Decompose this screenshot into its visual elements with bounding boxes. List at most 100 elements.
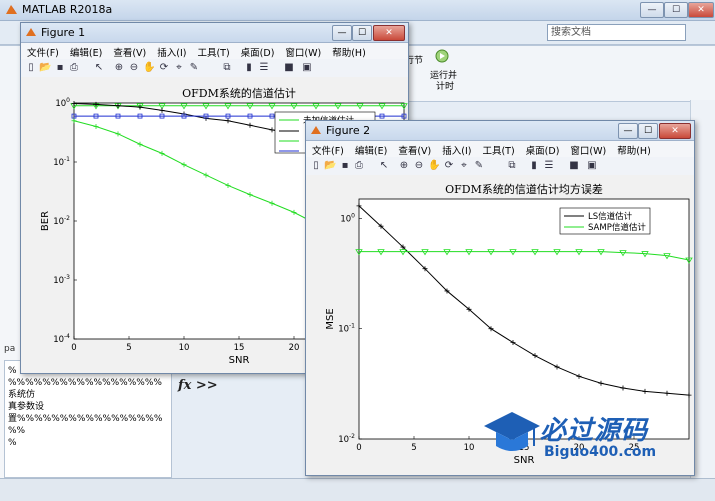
open-file-icon[interactable]: 📂 — [324, 160, 336, 172]
menu-insert[interactable]: 插入(I) — [151, 43, 191, 59]
watermark-cn: 必过源码 — [540, 416, 649, 446]
chart-title: OFDM系统的信道估计均方误差 — [445, 182, 603, 196]
pointer-icon[interactable]: ↖ — [93, 62, 105, 74]
pan-icon[interactable]: ✋ — [428, 160, 440, 172]
zoom-in-icon[interactable]: ⊕ — [398, 160, 410, 172]
chart-title: OFDM系统的信道估计 — [182, 86, 296, 100]
hide-plot-tools-icon[interactable]: ■ — [283, 62, 295, 74]
minimize-button[interactable]: — — [640, 2, 664, 18]
y-tick-label: 10-1 — [53, 156, 70, 168]
y-tick-label: 10-3 — [53, 274, 70, 286]
colorbar-icon[interactable]: ▮ — [528, 160, 540, 172]
colorbar-icon[interactable]: ▮ — [243, 62, 255, 74]
ribbon-run-time-label-2[interactable]: 计时 — [436, 79, 454, 92]
menu-desktop[interactable]: 桌面(D) — [235, 43, 280, 59]
search-input[interactable]: 搜索文档 — [547, 24, 686, 41]
code-line: 真参数设 — [8, 402, 45, 412]
menu-desktop[interactable]: 桌面(D) — [520, 141, 565, 157]
figure-1-maximize-button[interactable]: ☐ — [352, 25, 372, 41]
close-button[interactable]: ✕ — [688, 2, 714, 18]
data-cursor-icon[interactable]: ⌖ — [458, 160, 470, 172]
y-tick-label: 10-2 — [338, 433, 355, 445]
matlab-title-bar: MATLAB R2018a — ☐ ✕ — [0, 0, 715, 21]
open-file-icon[interactable]: 📂 — [39, 62, 51, 74]
status-bar — [0, 478, 715, 501]
matlab-figure-icon — [26, 28, 36, 36]
menu-edit[interactable]: 编辑(E) — [64, 43, 107, 59]
zoom-in-icon[interactable]: ⊕ — [113, 62, 125, 74]
menu-edit[interactable]: 编辑(E) — [349, 141, 392, 157]
print-icon[interactable]: ⎙ — [68, 62, 80, 74]
watermark-en: Biguo400.com — [544, 444, 657, 460]
x-axis-label: SNR — [229, 355, 250, 366]
y-tick-label: 100 — [340, 212, 355, 224]
figure-1-close-button[interactable]: ✕ — [373, 25, 405, 41]
hide-plot-tools-icon[interactable]: ■ — [568, 160, 580, 172]
pointer-icon[interactable]: ↖ — [378, 160, 390, 172]
legend-icon[interactable]: ☰ — [258, 62, 270, 74]
figure-1-toolbar: ▯ 📂 ▪ ⎙ ↖ ⊕ ⊖ ✋ ⟳ ⌖ ✎ ⧉ ▮ ☰ ■ ▣ — [21, 59, 408, 78]
code-line: 置%%%%%%%%%%%%%%%%%%% — [8, 414, 163, 436]
menu-tools[interactable]: 工具(T) — [191, 43, 234, 59]
x-tick-label: 0 — [356, 443, 361, 453]
pan-icon[interactable]: ✋ — [143, 62, 155, 74]
figure-2-close-button[interactable]: ✕ — [659, 123, 691, 139]
brush-icon[interactable]: ✎ — [188, 62, 200, 74]
matlab-figure-icon — [311, 126, 321, 134]
legend-icon[interactable]: ☰ — [543, 160, 555, 172]
figure-2-title-bar: Figure 2 — ☐ ✕ — [306, 121, 694, 141]
figure-1-title-bar: Figure 1 — ☐ ✕ — [21, 23, 408, 43]
zoom-out-icon[interactable]: ⊖ — [128, 62, 140, 74]
figure-2-menubar: 文件(F) 编辑(E) 查看(V) 插入(I) 工具(T) 桌面(D) 窗口(W) 帮助(H) — [306, 141, 694, 157]
menu-help[interactable]: 帮助(H) — [611, 141, 656, 157]
menu-tools[interactable]: 工具(T) — [476, 141, 519, 157]
menu-help[interactable]: 帮助(H) — [326, 43, 371, 59]
print-icon[interactable]: ⎙ — [353, 160, 365, 172]
menu-window[interactable]: 窗口(W) — [279, 43, 326, 59]
graduation-cap-icon — [484, 412, 540, 451]
y-axis-label: BER — [40, 211, 51, 231]
show-plot-tools-icon[interactable]: ▣ — [586, 160, 598, 172]
figure-1-title: Figure 1 — [41, 26, 86, 39]
matlab-logo-icon — [6, 5, 17, 14]
rotate-icon[interactable]: ⟳ — [443, 160, 455, 172]
x-tick-label: 0 — [71, 343, 76, 353]
editor-text: % %%%%%%%%%%%%%%%%%%系统仿 真参数设 置%%%%%%%%%%… — [8, 365, 168, 449]
save-icon[interactable]: ▪ — [339, 160, 351, 172]
figure-1-menubar: 文件(F) 编辑(E) 查看(V) 插入(I) 工具(T) 桌面(D) 窗口(W) 帮助(H) — [21, 43, 408, 59]
command-prompt[interactable]: fx >> — [178, 378, 218, 393]
figure-2-title: Figure 2 — [326, 124, 371, 137]
x-tick-label: 5 — [411, 443, 416, 453]
figure-1-minimize-button[interactable]: — — [332, 25, 352, 41]
figure-2-maximize-button[interactable]: ☐ — [638, 123, 658, 139]
y-tick-label: 10-1 — [338, 323, 355, 335]
y-tick-label: 100 — [55, 97, 70, 109]
x-tick-label: 20 — [289, 343, 300, 353]
figure-2-minimize-button[interactable]: — — [618, 123, 638, 139]
menu-view[interactable]: 查看(V) — [392, 141, 436, 157]
new-figure-icon[interactable]: ▯ — [310, 160, 322, 172]
menu-view[interactable]: 查看(V) — [107, 43, 151, 59]
save-icon[interactable]: ▪ — [54, 62, 66, 74]
legend-label: SAMP信道估计 — [588, 222, 646, 233]
code-line: % — [8, 438, 17, 448]
data-cursor-icon[interactable]: ⌖ — [173, 62, 185, 74]
y-tick-label: 10-2 — [53, 215, 70, 227]
zoom-out-icon[interactable]: ⊖ — [413, 160, 425, 172]
show-plot-tools-icon[interactable]: ▣ — [301, 62, 313, 74]
brush-icon[interactable]: ✎ — [473, 160, 485, 172]
rotate-icon[interactable]: ⟳ — [158, 62, 170, 74]
y-axis-label: MSE — [325, 308, 336, 329]
window-title: MATLAB R2018a — [22, 3, 113, 16]
menu-window[interactable]: 窗口(W) — [564, 141, 611, 157]
menu-insert[interactable]: 插入(I) — [436, 141, 476, 157]
x-tick-label: 15 — [234, 343, 245, 353]
menu-file[interactable]: 文件(F) — [21, 43, 64, 59]
new-figure-icon[interactable]: ▯ — [25, 62, 37, 74]
maximize-button[interactable]: ☐ — [664, 2, 688, 18]
link-plot-icon[interactable]: ⧉ — [221, 62, 233, 74]
run-time-icon[interactable] — [434, 48, 450, 64]
link-plot-icon[interactable]: ⧉ — [506, 160, 518, 172]
x-tick-label: 10 — [464, 443, 475, 453]
menu-file[interactable]: 文件(F) — [306, 141, 349, 157]
